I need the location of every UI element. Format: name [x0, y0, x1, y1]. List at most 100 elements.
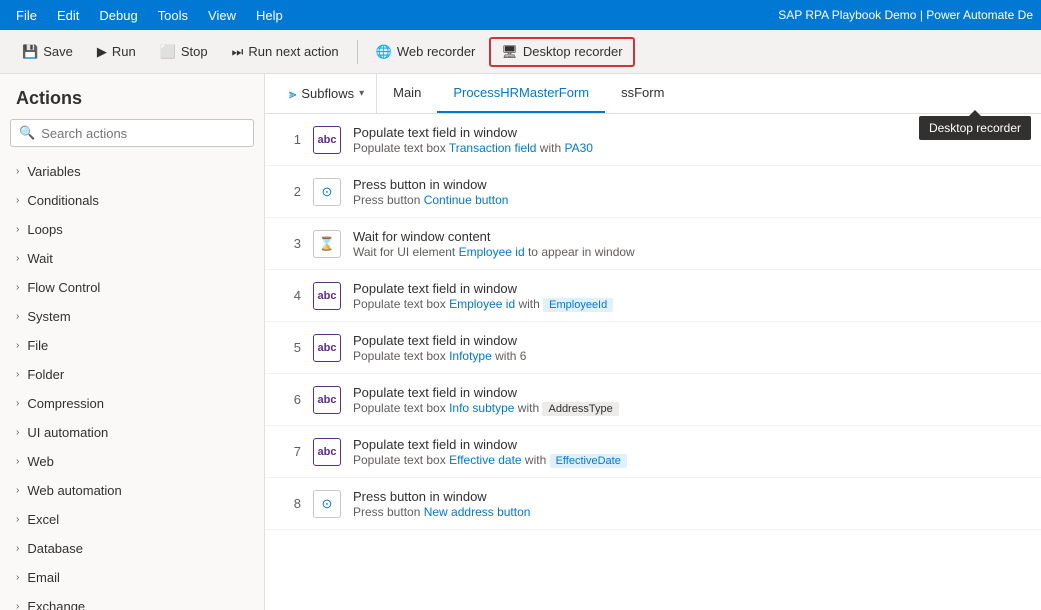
- chevron-icon: ›: [16, 601, 19, 610]
- sidebar-item-exchange[interactable]: › Exchange: [0, 592, 264, 610]
- run-next-label: Run next action: [248, 44, 338, 59]
- step-desc: Populate text box Infotype with 6: [353, 349, 1025, 363]
- sidebar-item-conditionals[interactable]: › Conditionals: [0, 186, 264, 215]
- sidebar-item-loops[interactable]: › Loops: [0, 215, 264, 244]
- table-row: 5 abc Populate text field in window Popu…: [265, 322, 1041, 374]
- step-content: Press button in window Press button Cont…: [353, 177, 1025, 207]
- sidebar-item-file[interactable]: › File: [0, 331, 264, 360]
- step-icon: abc: [313, 386, 341, 414]
- step-content: Populate text field in window Populate t…: [353, 333, 1025, 363]
- flow-steps: 1 abc Populate text field in window Popu…: [265, 114, 1041, 610]
- step-number: 8: [281, 496, 301, 511]
- step-number: 4: [281, 288, 301, 303]
- chevron-icon: ›: [16, 340, 19, 351]
- table-row: 7 abc Populate text field in window Popu…: [265, 426, 1041, 478]
- menu-file[interactable]: File: [8, 4, 45, 27]
- table-row: 3 ⌛ Wait for window content Wait for UI …: [265, 218, 1041, 270]
- chevron-icon: ›: [16, 514, 19, 525]
- table-row: 2 ⊙ Press button in window Press button …: [265, 166, 1041, 218]
- run-next-icon: ⏭: [232, 44, 244, 60]
- step-number: 1: [281, 132, 301, 147]
- menu-view[interactable]: View: [200, 4, 244, 27]
- step-title: Press button in window: [353, 489, 1025, 504]
- menu-items: File Edit Debug Tools View Help: [8, 4, 291, 27]
- step-number: 5: [281, 340, 301, 355]
- sidebar-item-web-automation[interactable]: › Web automation: [0, 476, 264, 505]
- sidebar-item-label: Wait: [27, 251, 53, 266]
- run-button[interactable]: ▶ Run: [87, 39, 146, 65]
- desktop-recorder-tooltip: Desktop recorder: [919, 116, 1031, 140]
- sidebar-items: › Variables › Conditionals › Loops › Wai…: [0, 157, 264, 610]
- sidebar-item-folder[interactable]: › Folder: [0, 360, 264, 389]
- tabs-container: ⫸ Subflows ▾ Main ProcessHRMasterForm ss…: [265, 74, 1041, 114]
- step-title: Populate text field in window: [353, 437, 1025, 452]
- sidebar-item-compression[interactable]: › Compression: [0, 389, 264, 418]
- stop-label: Stop: [181, 44, 208, 59]
- sidebar-item-label: Email: [27, 570, 60, 585]
- menu-tools[interactable]: Tools: [150, 4, 196, 27]
- desktop-recorder-tooltip-container: Desktop recorder: [919, 116, 1031, 140]
- tabs-wrapper: ⫸ Subflows ▾ Main ProcessHRMasterForm ss…: [265, 74, 1041, 114]
- sidebar-item-label: Folder: [27, 367, 64, 382]
- sidebar-item-email[interactable]: › Email: [0, 563, 264, 592]
- step-desc: Press button Continue button: [353, 193, 1025, 207]
- step-number: 7: [281, 444, 301, 459]
- search-input[interactable]: [41, 126, 245, 141]
- sidebar-item-flow-control[interactable]: › Flow Control: [0, 273, 264, 302]
- tooltip-arrow: [969, 110, 981, 116]
- menu-help[interactable]: Help: [248, 4, 291, 27]
- search-box[interactable]: 🔍: [10, 119, 254, 147]
- table-row: 6 abc Populate text field in window Popu…: [265, 374, 1041, 426]
- chevron-icon: ›: [16, 572, 19, 583]
- sidebar-item-label: Flow Control: [27, 280, 100, 295]
- chevron-icon: ›: [16, 427, 19, 438]
- subflows-button[interactable]: ⫸ Subflows ▾: [277, 74, 377, 113]
- sidebar-item-wait[interactable]: › Wait: [0, 244, 264, 273]
- chevron-icon: ›: [16, 166, 19, 177]
- step-title: Populate text field in window: [353, 281, 1025, 296]
- sidebar-item-web[interactable]: › Web: [0, 447, 264, 476]
- web-recorder-button[interactable]: 🌐 Web recorder: [366, 39, 486, 65]
- menu-edit[interactable]: Edit: [49, 4, 87, 27]
- step-icon: abc: [313, 438, 341, 466]
- search-icon: 🔍: [19, 125, 35, 141]
- step-icon: abc: [313, 282, 341, 310]
- menu-debug[interactable]: Debug: [91, 4, 145, 27]
- step-content: Populate text field in window Populate t…: [353, 281, 1025, 311]
- desktop-recorder-label: Desktop recorder: [523, 44, 623, 59]
- sidebar-item-label: Compression: [27, 396, 104, 411]
- content-area: ⫸ Subflows ▾ Main ProcessHRMasterForm ss…: [265, 74, 1041, 610]
- sidebar-item-ui-automation[interactable]: › UI automation: [0, 418, 264, 447]
- save-button[interactable]: 💾 Save: [12, 39, 83, 65]
- tab-process-hr[interactable]: ProcessHRMasterForm: [437, 74, 605, 113]
- step-icon: ⊙: [313, 490, 341, 518]
- tab-main[interactable]: Main: [377, 74, 437, 113]
- step-content: Wait for window content Wait for UI elem…: [353, 229, 1025, 259]
- step-number: 3: [281, 236, 301, 251]
- web-recorder-icon: 🌐: [376, 44, 392, 60]
- desktop-recorder-button[interactable]: 🖥 Desktop recorder: [489, 37, 634, 67]
- chevron-icon: ›: [16, 369, 19, 380]
- sidebar-item-database[interactable]: › Database: [0, 534, 264, 563]
- step-desc: Populate text box Effective date with Ef…: [353, 453, 1025, 467]
- step-icon: ⊙: [313, 178, 341, 206]
- stop-button[interactable]: ⬜ Stop: [150, 39, 218, 65]
- run-next-button[interactable]: ⏭ Run next action: [222, 39, 349, 65]
- step-desc: Populate text box Info subtype with Addr…: [353, 401, 1025, 415]
- subflows-label: Subflows: [301, 86, 354, 101]
- stop-icon: ⬜: [160, 44, 176, 60]
- sidebar-item-variables[interactable]: › Variables: [0, 157, 264, 186]
- step-title: Populate text field in window: [353, 333, 1025, 348]
- sidebar-item-label: Web automation: [27, 483, 121, 498]
- sidebar-item-label: System: [27, 309, 70, 324]
- sidebar-item-label: Variables: [27, 164, 80, 179]
- app-title: SAP RPA Playbook Demo | Power Automate D…: [778, 8, 1033, 22]
- sidebar-item-label: Web: [27, 454, 54, 469]
- step-desc: Press button New address button: [353, 505, 1025, 519]
- sidebar-item-label: Loops: [27, 222, 62, 237]
- tab-ssform[interactable]: ssForm: [605, 74, 680, 113]
- sidebar-item-label: Exchange: [27, 599, 85, 610]
- step-icon: abc: [313, 334, 341, 362]
- sidebar-item-excel[interactable]: › Excel: [0, 505, 264, 534]
- sidebar-item-system[interactable]: › System: [0, 302, 264, 331]
